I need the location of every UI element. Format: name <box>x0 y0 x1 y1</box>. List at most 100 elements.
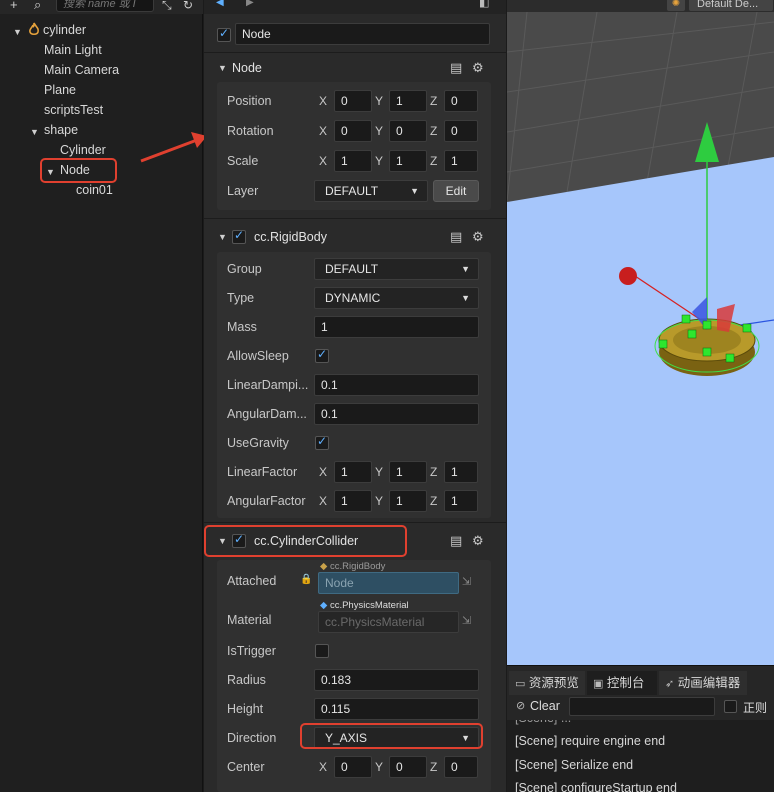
tree-item-cylinder-root[interactable]: cylinder <box>43 20 86 40</box>
allow-sleep-checkbox[interactable] <box>315 347 329 363</box>
gizmo-y-cone[interactable] <box>695 122 719 162</box>
log-line: [Scene] require engine end <box>515 734 666 748</box>
center-x-input[interactable]: 0 <box>334 756 372 778</box>
material-field[interactable]: cc.PhysicsMaterial <box>318 611 459 633</box>
tree-item-coin01[interactable]: coin01 <box>76 180 113 200</box>
tree-item-cylinder[interactable]: Cylinder <box>60 140 106 160</box>
doc-icon[interactable]: ▤ <box>450 530 462 552</box>
tree-item-plane[interactable]: Plane <box>44 80 76 100</box>
scale-z-input[interactable]: 1 <box>444 150 478 172</box>
use-gravity-checkbox[interactable] <box>315 434 329 450</box>
log-line: [Scene] configureStartup end <box>515 781 677 792</box>
rigidbody-enabled-checkbox[interactable] <box>232 228 246 244</box>
settings-icon[interactable]: ✺ <box>667 0 685 11</box>
rigidbody-section-title[interactable]: cc.RigidBody <box>254 226 327 248</box>
angular-factor-x-input[interactable]: 1 <box>334 490 372 512</box>
lock-inspector-icon[interactable]: ◧ <box>479 0 489 9</box>
center-y-input[interactable]: 0 <box>389 756 427 778</box>
hierarchy-search-input[interactable]: 搜索 name 或 I <box>56 0 154 12</box>
gear-icon[interactable]: ⚙ <box>472 57 484 79</box>
radius-input[interactable]: 0.183 <box>314 669 479 691</box>
scene-camera-dropdown[interactable]: Default De... <box>689 0 773 11</box>
terminal-icon: ▣ <box>593 678 604 690</box>
axis-x-label: X <box>319 154 328 168</box>
node-name-input[interactable]: Node <box>235 23 490 45</box>
layer-dropdown[interactable]: DEFAULT ▼ <box>314 180 428 202</box>
center-z-input[interactable]: 0 <box>444 756 478 778</box>
log-line-partial: [Scene] ... <box>515 720 571 725</box>
hierarchy-panel: + ⌕ 搜索 name 或 I ⤡ ↻ ▼ cylinder Main Ligh… <box>0 0 203 792</box>
console-filter-input[interactable] <box>569 697 715 716</box>
highlight-box-collider <box>204 525 407 557</box>
refresh-icon[interactable]: ↻ <box>183 0 193 12</box>
angular-damping-input[interactable]: 0.1 <box>314 403 479 425</box>
node-section-title[interactable]: Node <box>232 57 262 79</box>
is-trigger-checkbox[interactable] <box>315 644 329 658</box>
log-list[interactable]: [Scene] ... [Scene] require engine end [… <box>507 720 774 792</box>
center-label: Center <box>227 760 265 774</box>
angular-factor-y-input[interactable]: 1 <box>389 490 427 512</box>
group-value: DEFAULT <box>325 262 379 276</box>
tree-item-main-light[interactable]: Main Light <box>44 40 102 60</box>
linear-factor-z-input[interactable]: 1 <box>444 461 478 483</box>
group-dropdown[interactable]: DEFAULT ▼ <box>314 258 479 280</box>
position-z-input[interactable]: 0 <box>444 90 478 112</box>
axis-y-label: Y <box>375 154 384 168</box>
add-icon[interactable]: + <box>10 0 18 12</box>
clear-button[interactable]: Clear <box>530 699 560 713</box>
collapse-triangle-icon[interactable]: ▼ <box>218 226 227 248</box>
linear-damping-input[interactable]: 0.1 <box>314 374 479 396</box>
expand-triangle-icon[interactable]: ▼ <box>13 27 22 37</box>
search-icon[interactable]: ⌕ <box>34 0 41 12</box>
rotation-y-input[interactable]: 0 <box>389 120 427 142</box>
regex-checkbox[interactable] <box>724 700 737 713</box>
tree-item-shape[interactable]: shape <box>44 120 78 140</box>
node-active-checkbox[interactable] <box>217 26 231 42</box>
highlight-box-direction <box>300 723 483 749</box>
rotation-x-input[interactable]: 0 <box>334 120 372 142</box>
animation-icon: ➶ <box>665 678 675 690</box>
tree-item-scripts-test[interactable]: scriptsTest <box>44 100 103 120</box>
pick-asset-icon[interactable]: ⇲ <box>462 614 471 627</box>
scale-x-input[interactable]: 1 <box>334 150 372 172</box>
tab-animation-editor[interactable]: ➶ 动画编辑器 <box>659 671 747 695</box>
doc-icon[interactable]: ▤ <box>450 226 462 248</box>
pick-node-icon[interactable]: ⇲ <box>462 575 471 588</box>
tree-item-main-camera[interactable]: Main Camera <box>44 60 119 80</box>
divider <box>204 52 506 53</box>
highlight-box-node <box>40 158 117 183</box>
attached-field: Node <box>318 572 459 594</box>
expand-triangle-icon[interactable]: ▼ <box>30 127 39 137</box>
doc-icon[interactable]: ▤ <box>450 57 462 79</box>
collapse-icon[interactable]: ⤡ <box>162 0 172 12</box>
linear-factor-x-input[interactable]: 1 <box>334 461 372 483</box>
type-dropdown[interactable]: DYNAMIC ▼ <box>314 287 479 309</box>
axis-x-label: X <box>319 465 328 479</box>
tab-console[interactable]: ▣ 控制台 <box>587 671 657 695</box>
angular-factor-z-input[interactable]: 1 <box>444 490 478 512</box>
scene-view[interactable]: ✺ Default De... <box>507 0 774 665</box>
layer-label: Layer <box>227 184 259 198</box>
forward-icon[interactable]: ▶ <box>246 0 254 8</box>
scale-y-input[interactable]: 1 <box>389 150 427 172</box>
position-x-input[interactable]: 0 <box>334 90 372 112</box>
back-icon[interactable]: ◀ <box>216 0 224 8</box>
position-label: Position <box>227 94 272 108</box>
tab-asset-preview[interactable]: ▭ 资源预览 <box>509 671 585 695</box>
height-input[interactable]: 0.115 <box>314 698 479 720</box>
angular-damping-label: AngularDam... <box>227 407 307 421</box>
collapse-triangle-icon[interactable]: ▼ <box>218 57 227 79</box>
attached-label: Attached <box>227 574 277 588</box>
mass-input[interactable]: 1 <box>314 316 479 338</box>
axis-y-label: Y <box>375 124 384 138</box>
rotation-z-input[interactable]: 0 <box>444 120 478 142</box>
axis-y-label: Y <box>375 760 384 774</box>
gear-icon[interactable]: ⚙ <box>472 530 484 552</box>
divider <box>204 218 506 219</box>
chevron-down-icon: ▼ <box>461 293 470 303</box>
position-y-input[interactable]: 1 <box>389 90 427 112</box>
gizmo-x-handle[interactable] <box>619 267 637 285</box>
linear-factor-y-input[interactable]: 1 <box>389 461 427 483</box>
layer-edit-button[interactable]: Edit <box>433 180 479 202</box>
gear-icon[interactable]: ⚙ <box>472 226 484 248</box>
